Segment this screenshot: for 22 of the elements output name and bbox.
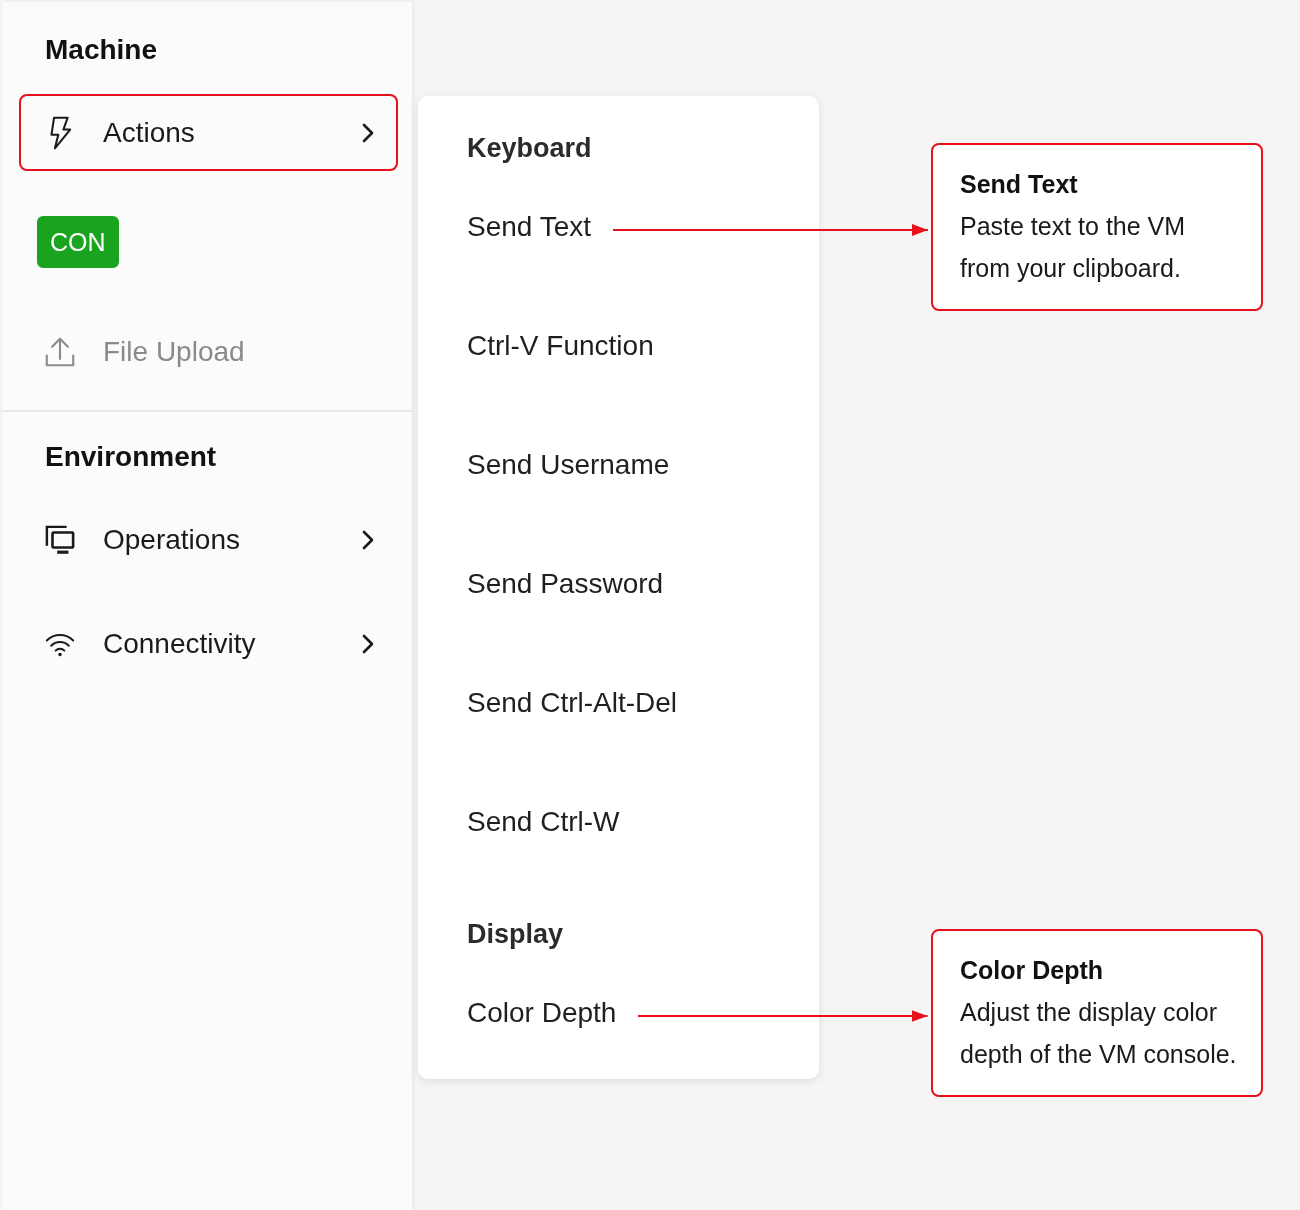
menu-item[interactable]: Send Text [467, 210, 592, 244]
section-heading: Environment [44, 440, 218, 474]
section-heading: Machine [44, 33, 159, 67]
group-heading: Display [467, 918, 565, 951]
callout-text: Adjust the display color depth of the VM console. [960, 997, 1238, 1070]
chevron-right-icon [361, 121, 375, 144]
callout-text: Paste text to the VM from your clipboard. [960, 211, 1187, 284]
chevron-right-icon [361, 632, 375, 655]
chevron-right-icon [361, 528, 375, 551]
menu-item[interactable]: Send Username [467, 448, 670, 482]
menu-item[interactable]: Send Ctrl-Alt-Del [467, 686, 678, 720]
menu-item[interactable]: Actions [19, 94, 398, 171]
menu-item[interactable]: Send Ctrl-W [467, 805, 620, 839]
menu-item[interactable]: Send Password [467, 567, 664, 601]
group-heading: Keyboard [467, 132, 593, 165]
status-badge: CON [37, 216, 119, 268]
callout-title: Color Depth [960, 955, 1105, 986]
menu-item[interactable]: Operations [19, 501, 398, 578]
menu-item[interactable]: Ctrl-V Function [467, 329, 654, 363]
callout-title: Send Text [960, 169, 1079, 200]
menu-item[interactable]: Color Depth [467, 996, 617, 1030]
menu-item[interactable]: Connectivity [19, 605, 398, 682]
